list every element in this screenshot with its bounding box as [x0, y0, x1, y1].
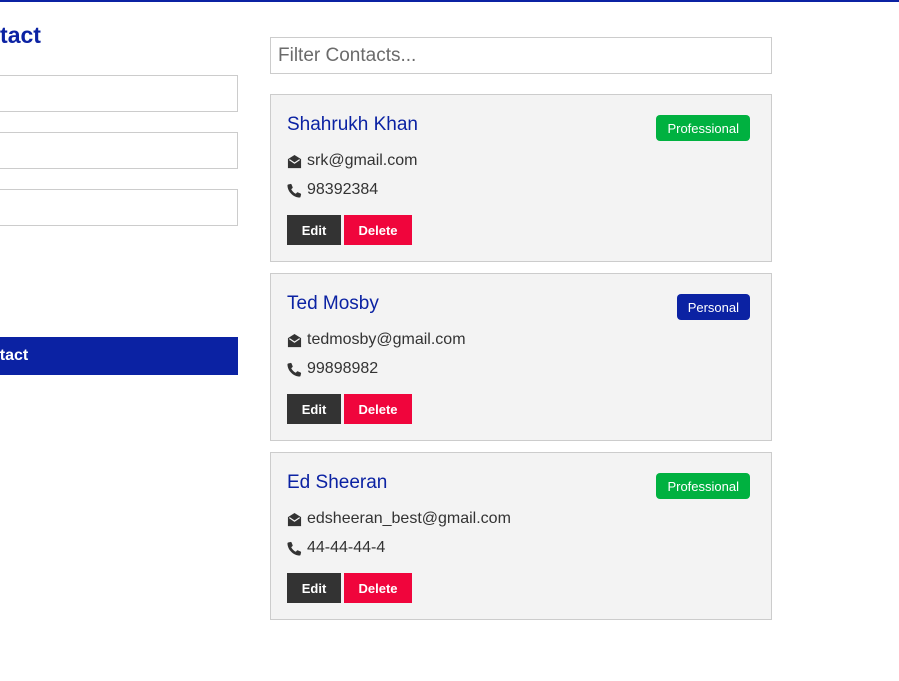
- delete-button[interactable]: Delete: [344, 215, 412, 245]
- contact-phone-row: 98392384: [287, 181, 378, 199]
- delete-button[interactable]: Delete: [344, 573, 412, 603]
- add-contact-button-label: ntact: [0, 347, 29, 364]
- email-field[interactable]: [0, 132, 238, 169]
- contact-name: Ted Mosby: [287, 293, 379, 314]
- add-contact-button[interactable]: ntact: [0, 337, 238, 375]
- contact-type-badge: Professional: [656, 473, 750, 499]
- envelope-open-icon: [287, 512, 302, 526]
- phone-icon: [287, 362, 302, 377]
- contact-type-badge: Professional: [656, 115, 750, 141]
- contact-email-row: edsheeran_best@gmail.com: [287, 510, 511, 528]
- top-border: [0, 0, 899, 2]
- envelope-open-icon: [287, 333, 302, 347]
- edit-button[interactable]: Edit: [287, 215, 341, 245]
- phone-icon: [287, 183, 302, 198]
- contact-type-badge: Personal: [676, 294, 750, 320]
- filter-contacts-input[interactable]: [270, 37, 772, 74]
- contact-phone-row: 44-44-44-4: [287, 539, 385, 557]
- form-title: ntact: [0, 22, 41, 48]
- contact-card: Ted Mosby Personal tedmosby@gmail.com 99…: [270, 273, 772, 441]
- envelope-open-icon: [287, 154, 302, 168]
- name-field[interactable]: [0, 75, 238, 112]
- contact-phone: 98392384: [307, 181, 379, 198]
- contact-name: Shahrukh Khan: [287, 114, 418, 135]
- delete-button[interactable]: Delete: [344, 394, 412, 424]
- contact-email-row: tedmosby@gmail.com: [287, 331, 466, 349]
- edit-button[interactable]: Edit: [287, 573, 341, 603]
- contact-email-row: srk@gmail.com: [287, 152, 417, 170]
- contact-email: srk@gmail.com: [307, 152, 418, 169]
- contact-email: edsheeran_best@gmail.com: [307, 510, 511, 527]
- contact-name: Ed Sheeran: [287, 472, 388, 493]
- contact-email: tedmosby@gmail.com: [307, 331, 466, 348]
- contact-card: Shahrukh Khan Professional srk@gmail.com…: [270, 94, 772, 262]
- edit-button[interactable]: Edit: [287, 394, 341, 424]
- contact-phone: 99898982: [307, 360, 379, 377]
- contact-phone-row: 99898982: [287, 360, 378, 378]
- contact-card: Ed Sheeran Professional edsheeran_best@g…: [270, 452, 772, 620]
- phone-field[interactable]: [0, 189, 238, 226]
- contact-phone: 44-44-44-4: [307, 539, 386, 556]
- phone-icon: [287, 541, 302, 556]
